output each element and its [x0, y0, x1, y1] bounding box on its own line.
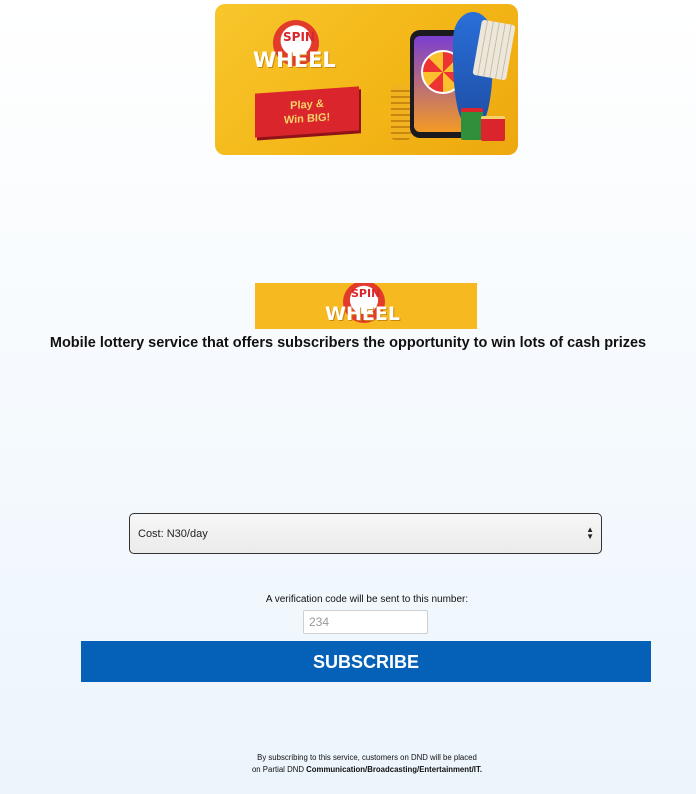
gift-box-icon	[461, 108, 483, 140]
plan-select-value: Cost: N30/day	[138, 527, 208, 540]
select-arrows-icon: ▲ ▼	[586, 525, 594, 541]
disclaimer-categories: Communication/Broadcasting/Entertainment…	[306, 765, 483, 774]
disclaimer-line2: on Partial DND Communication/Broadcastin…	[0, 764, 696, 776]
phone-number-input[interactable]	[303, 610, 428, 634]
logo-spin-text: SPIN	[283, 30, 315, 44]
play-win-ribbon: Play & Win BIG!	[255, 86, 359, 138]
logo-wheel-text: WHEEL	[253, 48, 336, 72]
logo-spin-text: SPIN	[351, 287, 381, 300]
promo-banner: SPIN WHEEL Play & Win BIG!	[215, 4, 518, 155]
subscribe-button[interactable]: SUBSCRIBE	[81, 641, 651, 682]
dnd-disclaimer: By subscribing to this service, customer…	[0, 752, 696, 776]
disclaimer-prefix: on Partial DND	[251, 765, 307, 774]
ribbon-line2: Win BIG!	[283, 111, 331, 127]
spin-wheel-logo: SPIN WHEEL	[255, 283, 477, 329]
logo-wheel-text: WHEEL	[325, 303, 400, 325]
verification-label: A verification code will be sent to this…	[265, 594, 469, 605]
plan-select[interactable]: Cost: N30/day ▲ ▼	[129, 513, 602, 554]
coins-icon	[391, 86, 411, 140]
service-tagline: Mobile lottery service that offers subsc…	[49, 335, 647, 351]
gift-box-icon	[481, 116, 505, 141]
disclaimer-line1: By subscribing to this service, customer…	[257, 753, 477, 762]
